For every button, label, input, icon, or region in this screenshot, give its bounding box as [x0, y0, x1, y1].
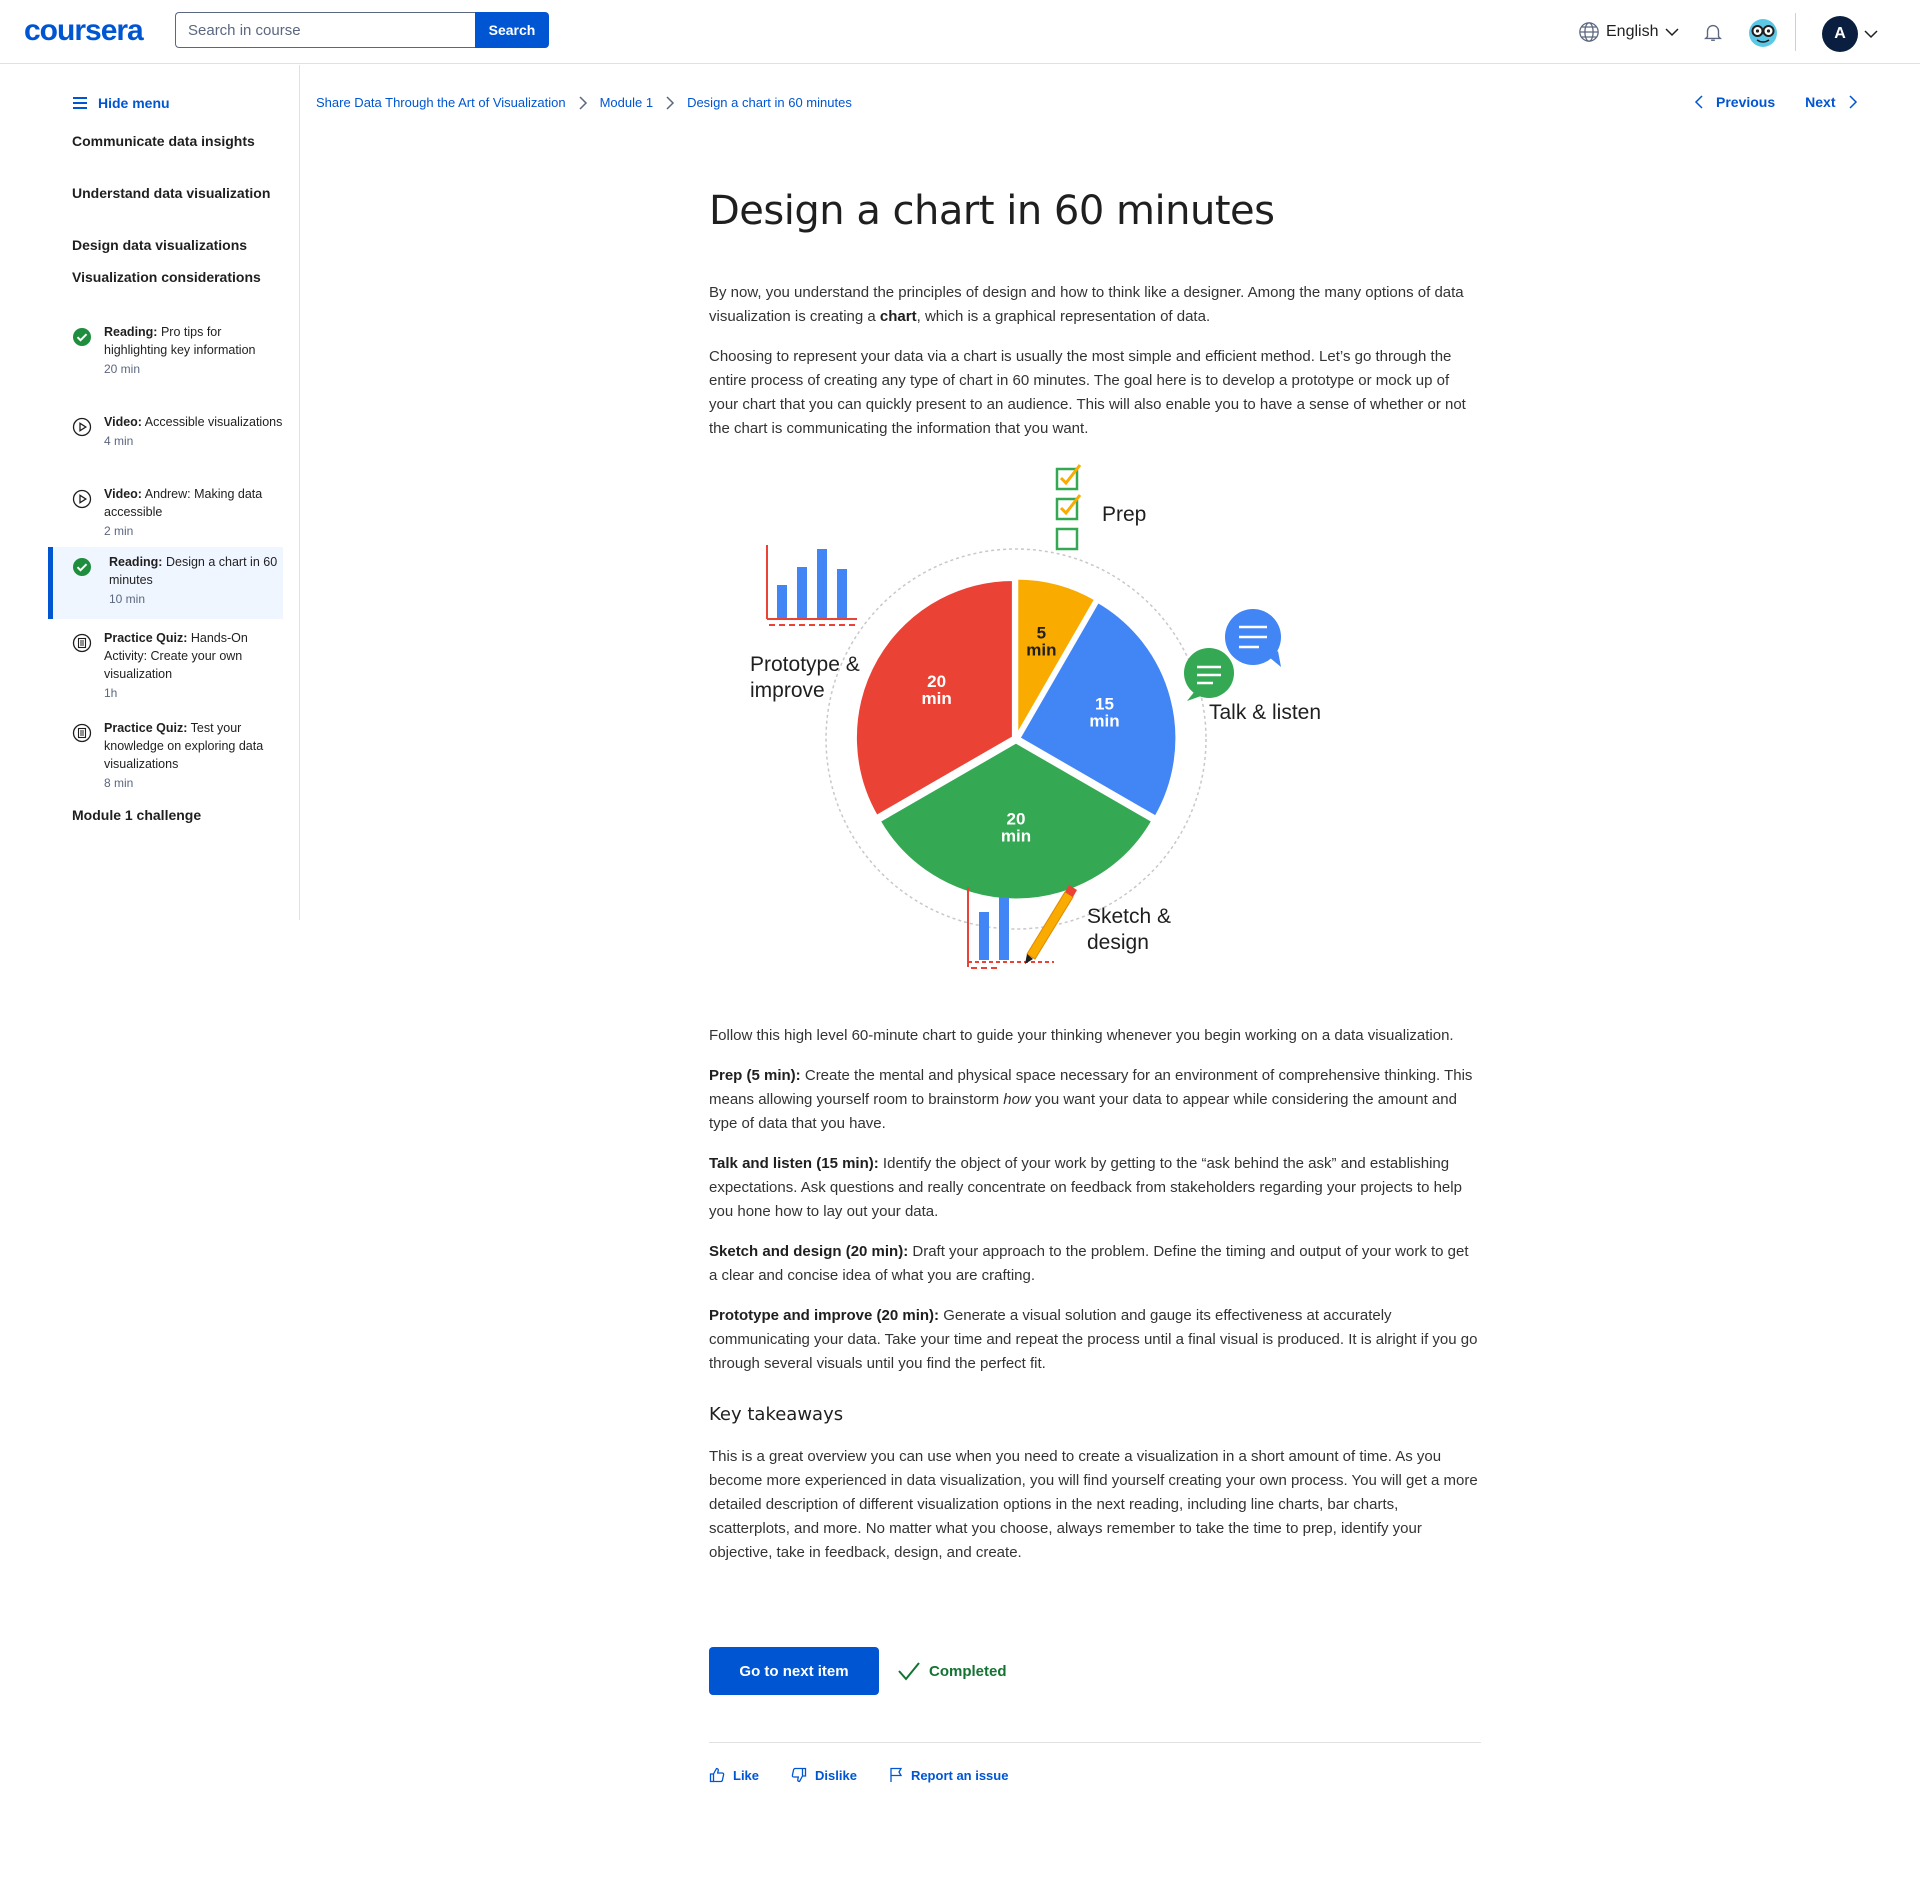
process-paragraph: Choosing to represent your data via a ch… [709, 348, 1466, 437]
item-navigation: Previous Next [1694, 94, 1858, 110]
chart-term: chart [879, 308, 917, 325]
breadcrumb-current[interactable]: Design a chart in 60 minutes [687, 95, 852, 110]
sketch-paragraph: Sketch and design (20 min): Draft your a… [709, 1243, 1469, 1284]
avatar[interactable]: A [1822, 16, 1858, 52]
report-issue-button[interactable]: Report an issue [889, 1767, 1008, 1783]
play-circle-icon [72, 489, 92, 509]
speech-bubbles-icon [1184, 609, 1281, 701]
pie-category-label: Prep [1102, 503, 1146, 526]
pie-category-label: Talk & listen [1209, 701, 1321, 724]
sixty-minute-chart-figure: 5 min 15 min 20 min 20 min Prep Talk & listen Ske… [709, 457, 1481, 1002]
item-duration: 4 min [104, 434, 134, 448]
item-type: Video: [104, 487, 142, 501]
sidebar-item-pro-tips[interactable]: Reading: Pro tips for highlighting key i… [48, 317, 283, 384]
chevron-right-icon [579, 95, 587, 110]
item-title: Accessible visualizations [144, 415, 283, 429]
sidebar-section-communicate[interactable]: Communicate data insights [72, 131, 272, 151]
prep-paragraph: Prep (5 min): Create the mental and phys… [709, 1067, 1473, 1132]
sidebar-item-hands-on-activity[interactable]: Practice Quiz: Hands-On Activity: Create… [48, 623, 283, 708]
thumbs-up-icon [709, 1767, 725, 1783]
coach-mascot-button[interactable] [1748, 18, 1778, 53]
item-type: Reading: [104, 325, 158, 339]
flag-icon [890, 1767, 903, 1782]
hide-menu-button[interactable]: Hide menu [72, 95, 170, 111]
course-search: Search [175, 12, 549, 48]
header-divider [1795, 13, 1796, 51]
item-duration: 1h [104, 686, 118, 700]
sixty-minute-pie-chart: 5 min15 min20 min20 min PrepTalk & listenSke… [750, 464, 1321, 969]
globe-icon [1579, 22, 1599, 42]
breadcrumb-module[interactable]: Module 1 [600, 95, 653, 110]
go-to-next-item-button[interactable]: Go to next item [709, 1647, 879, 1695]
checkmark-icon [898, 1662, 920, 1681]
item-duration: 10 min [109, 592, 146, 606]
item-duration: 20 min [104, 362, 141, 376]
key-takeaways-paragraph: This is a great overview you can use whe… [709, 1448, 1478, 1561]
owl-glasses-icon [1749, 19, 1777, 47]
sidebar-section-understand[interactable]: Understand data visualization [72, 183, 272, 203]
coursera-logo[interactable]: coursera [24, 14, 144, 48]
bar-chart-icon [766, 545, 857, 626]
course-sidebar: Hide menu Communicate data insights Unde… [0, 65, 300, 920]
checklist-icon [1055, 464, 1082, 551]
language-selector[interactable]: English [1578, 21, 1680, 43]
previous-button[interactable]: Previous [1716, 94, 1775, 110]
play-circle-icon [72, 417, 92, 437]
feedback-bar: Like Dislike Report an issue [709, 1767, 1008, 1783]
item-type: Video: [104, 415, 142, 429]
page-title: Design a chart in 60 minutes [709, 188, 1275, 234]
sidebar-item-accessible-visualizations[interactable]: Video: Accessible visualizations 4 min [48, 407, 283, 456]
prototype-paragraph: Prototype and improve (20 min): Generate… [709, 1307, 1478, 1372]
quiz-icon [72, 633, 92, 653]
language-label: English [1606, 23, 1659, 40]
chevron-down-icon[interactable] [1863, 26, 1879, 42]
item-type: Reading: [109, 555, 163, 569]
key-takeaways-heading: Key takeaways [709, 1404, 844, 1425]
sidebar-item-test-knowledge[interactable]: Practice Quiz: Test your knowledge on ex… [48, 713, 283, 798]
like-button[interactable]: Like [709, 1767, 759, 1783]
breadcrumb: Share Data Through the Art of Visualizat… [316, 95, 852, 110]
sidebar-item-design-chart-active[interactable]: Reading: Design a chart in 60 minutes 10… [48, 547, 283, 619]
intro-paragraph: By now, you understand the principles of… [709, 284, 1464, 325]
search-input[interactable] [175, 12, 475, 48]
sidebar-section-considerations[interactable]: Visualization considerations [72, 267, 272, 287]
sidebar-section-module-challenge[interactable]: Module 1 challenge [72, 805, 272, 825]
sidebar-item-making-data-accessible[interactable]: Video: Andrew: Making data accessible 2 … [48, 479, 283, 546]
item-duration: 2 min [104, 524, 134, 538]
content-divider [709, 1742, 1481, 1743]
notifications-button[interactable] [1702, 21, 1724, 48]
thumbs-down-icon [791, 1767, 807, 1783]
pie-category-label: Prototype & improve [750, 653, 860, 702]
hide-menu-label: Hide menu [98, 95, 170, 111]
search-button[interactable]: Search [475, 12, 549, 48]
item-type: Practice Quiz: [104, 721, 188, 735]
top-bar: coursera Search English A [0, 0, 1920, 64]
item-duration: 8 min [104, 776, 134, 790]
hamburger-icon [73, 97, 87, 109]
sidebar-section-design[interactable]: Design data visualizations [72, 235, 292, 255]
dislike-button[interactable]: Dislike [791, 1767, 857, 1783]
completed-status: Completed [897, 1661, 1007, 1681]
reading-content: Design a chart in 60 minutes By now, you… [709, 186, 1481, 1581]
breadcrumb-course[interactable]: Share Data Through the Art of Visualizat… [316, 95, 566, 110]
pie-category-label: Sketch & design [1087, 905, 1171, 954]
check-circle-icon [73, 558, 91, 576]
item-type: Practice Quiz: [104, 631, 188, 645]
chevron-right-icon [666, 95, 675, 110]
guide-paragraph: Follow this high level 60-minute chart t… [709, 1027, 1454, 1044]
quiz-icon [72, 723, 92, 743]
completed-label: Completed [929, 1662, 1007, 1680]
chevron-left-icon[interactable] [1694, 95, 1704, 109]
chevron-right-icon[interactable] [1848, 95, 1858, 109]
talk-paragraph: Talk and listen (15 min): Identify the o… [709, 1155, 1462, 1220]
completion-actions: Go to next item Completed [709, 1647, 1007, 1695]
bell-icon [1704, 24, 1722, 41]
check-circle-icon [73, 328, 91, 346]
next-button[interactable]: Next [1805, 94, 1835, 110]
chevron-down-icon [1665, 28, 1680, 37]
